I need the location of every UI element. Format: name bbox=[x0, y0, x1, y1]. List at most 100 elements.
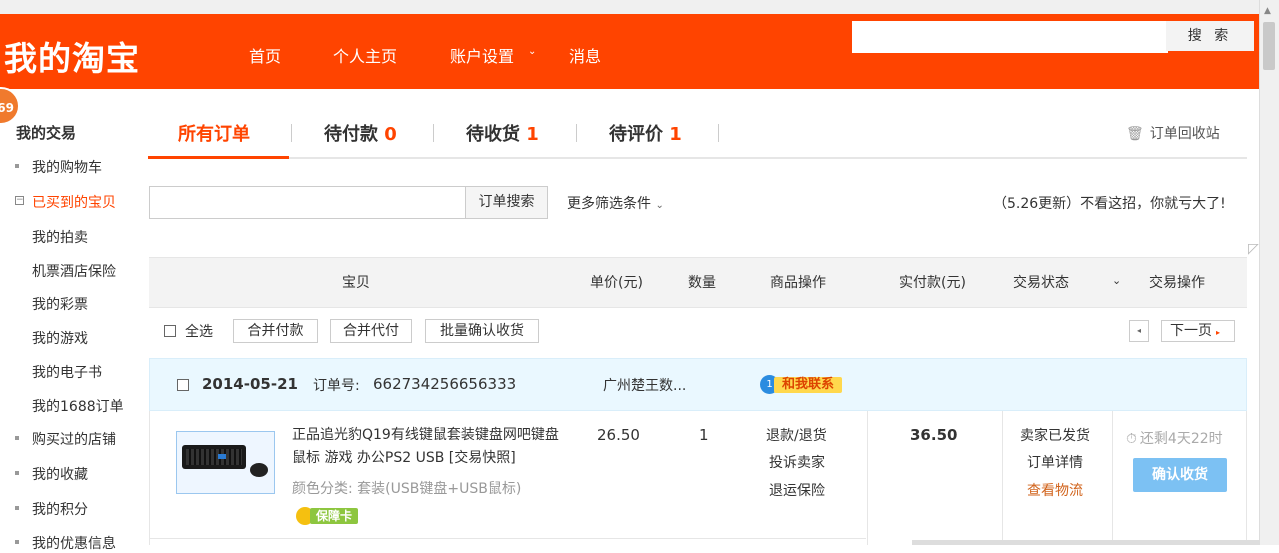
sidebar-item-shops[interactable]: 购买过的店铺 bbox=[32, 429, 116, 449]
recycle-bin-label: 订单回收站 bbox=[1149, 126, 1220, 142]
scroll-up-icon[interactable]: ▲ bbox=[1264, 6, 1271, 16]
sidebar-title: 我的交易 bbox=[16, 124, 77, 142]
order-date: 2014-05-21 bbox=[202, 375, 298, 393]
nav-account-settings[interactable]: 账户设置 bbox=[450, 43, 514, 67]
tab-divider bbox=[291, 124, 292, 142]
contact-label: 和我联系 bbox=[774, 377, 842, 393]
paid-amount: 36.50 bbox=[910, 426, 958, 444]
next-page-button[interactable]: 下一页 ▸ bbox=[1161, 320, 1235, 342]
trash-icon: 🗑 bbox=[1126, 126, 1144, 142]
scrollbar[interactable] bbox=[1259, 0, 1279, 545]
tab-pending-receipt[interactable]: 待收货 1 bbox=[466, 120, 539, 146]
tab-active-indicator bbox=[148, 156, 289, 159]
tab-divider bbox=[718, 124, 719, 142]
return-insurance-link[interactable]: 退运保险 bbox=[769, 480, 825, 500]
nav-profile[interactable]: 个人主页 bbox=[333, 43, 397, 67]
chevron-down-icon[interactable]: ⌄ bbox=[1112, 274, 1121, 287]
chevron-down-icon[interactable]: ⌄ bbox=[528, 46, 536, 57]
quantity: 1 bbox=[699, 426, 709, 444]
th-status: 交易状态 bbox=[1013, 275, 1069, 291]
order-number: 662734256656333 bbox=[373, 375, 517, 393]
mouse-image bbox=[250, 463, 268, 477]
order-search-input[interactable] bbox=[149, 186, 466, 219]
sidebar-item-lottery[interactable]: 我的彩票 bbox=[32, 294, 88, 314]
contact-seller-button[interactable]: 1 和我联系 bbox=[760, 375, 842, 394]
column-divider bbox=[1002, 411, 1003, 545]
recycle-bin-link[interactable]: 🗑 订单回收站 bbox=[1126, 123, 1220, 143]
th-item: 宝贝 bbox=[342, 275, 370, 291]
tab-pending-payment[interactable]: 待付款 0 bbox=[324, 120, 397, 146]
remaining-label: 还剩4天22时 bbox=[1139, 431, 1223, 447]
order-search-button[interactable]: 订单搜索 bbox=[465, 186, 548, 219]
tab-baseline bbox=[289, 157, 1247, 159]
sidebar-item-games[interactable]: 我的游戏 bbox=[32, 328, 88, 348]
tab-count: 1 bbox=[526, 124, 539, 145]
sidebar-item-coupons[interactable]: 我的优惠信息 bbox=[32, 533, 116, 553]
remaining-time: ⏱ 还剩4天22时 bbox=[1126, 428, 1223, 448]
bullet-icon bbox=[15, 164, 19, 168]
sidebar-item-points[interactable]: 我的积分 bbox=[32, 499, 88, 519]
tab-count: 0 bbox=[384, 124, 397, 145]
order-status: 卖家已发货 bbox=[1020, 428, 1090, 444]
guarantee-card-badge[interactable]: 保障卡 bbox=[296, 506, 360, 526]
search-input[interactable] bbox=[852, 21, 1168, 53]
sidebar-item-auction[interactable]: 我的拍卖 bbox=[32, 227, 88, 247]
keyboard-image bbox=[182, 445, 246, 469]
chevron-down-icon: ⌄ bbox=[655, 200, 664, 211]
select-all-checkbox[interactable] bbox=[164, 325, 176, 337]
confirm-receipt-button[interactable]: 确认收货 bbox=[1133, 458, 1227, 492]
refund-link[interactable]: 退款/退货 bbox=[766, 425, 827, 445]
th-unit-price: 单价(元) bbox=[590, 275, 643, 291]
tab-label: 待收货 bbox=[466, 124, 520, 145]
bullet-icon bbox=[15, 506, 19, 510]
batch-confirm-button[interactable]: 批量确认收货 bbox=[425, 319, 539, 343]
horizontal-scrollbar[interactable] bbox=[912, 540, 1259, 545]
sidebar-item-cart[interactable]: 我的购物车 bbox=[32, 157, 102, 177]
tab-label: 所有订单 bbox=[178, 124, 250, 145]
column-divider bbox=[867, 411, 868, 545]
order-no-label: 订单号: bbox=[313, 378, 360, 394]
clock-icon: ⏱ bbox=[1126, 431, 1137, 447]
tab-all-orders[interactable]: 所有订单 bbox=[178, 120, 250, 146]
more-filters-label: 更多筛选条件 bbox=[567, 196, 651, 212]
logo[interactable]: 我的淘宝 bbox=[4, 32, 140, 80]
th-quantity: 数量 bbox=[688, 275, 716, 291]
notification-badge[interactable]: 69 bbox=[0, 87, 20, 125]
tab-divider bbox=[576, 124, 577, 142]
nav-messages[interactable]: 消息 bbox=[569, 43, 601, 67]
prev-page-icon[interactable]: ◂ bbox=[1129, 320, 1149, 342]
column-divider bbox=[1112, 411, 1113, 545]
bullet-icon bbox=[15, 540, 19, 544]
more-filters-toggle[interactable]: 更多筛选条件 ⌄ bbox=[567, 193, 664, 213]
nav-home[interactable]: 首页 bbox=[249, 43, 281, 67]
product-variant: 颜色分类: 套装(USB键盘+USB鼠标) bbox=[292, 481, 522, 497]
order-detail-link[interactable]: 订单详情 bbox=[1027, 452, 1083, 472]
product-title[interactable]: 正品追光豹Q19有线键鼠套装键盘网吧键盘鼠标 游戏 办公PS2 USB [交易快… bbox=[292, 424, 567, 470]
tab-pending-review[interactable]: 待评价 1 bbox=[609, 120, 682, 146]
merge-proxy-button[interactable]: 合并代付 bbox=[330, 319, 412, 343]
sidebar-item-travel[interactable]: 机票酒店保险 bbox=[32, 261, 116, 281]
chevron-right-icon: ▸ bbox=[1216, 328, 1221, 337]
select-all-label[interactable]: 全选 bbox=[185, 321, 213, 341]
promo-link[interactable]: （5.26更新）不看这招，你就亏大了! bbox=[993, 193, 1226, 213]
search-button[interactable]: 搜 索 bbox=[1166, 21, 1254, 51]
product-thumbnail[interactable] bbox=[176, 431, 275, 494]
tab-label: 待评价 bbox=[609, 124, 663, 145]
sidebar-item-1688[interactable]: 我的1688订单 bbox=[32, 396, 124, 416]
complain-seller-link[interactable]: 投诉卖家 bbox=[769, 452, 825, 472]
track-shipment-link[interactable]: 查看物流 bbox=[1027, 480, 1083, 500]
browser-top-strip bbox=[0, 0, 1259, 14]
tab-label: 待付款 bbox=[324, 124, 378, 145]
divider bbox=[149, 538, 866, 539]
seller-name[interactable]: 广州楚王数... bbox=[603, 375, 686, 395]
merge-pay-button[interactable]: 合并付款 bbox=[233, 319, 318, 343]
sidebar-item-favorites[interactable]: 我的收藏 bbox=[32, 464, 88, 484]
scroll-thumb[interactable] bbox=[1263, 22, 1275, 70]
collapse-icon[interactable]: − bbox=[15, 196, 24, 205]
sidebar-item-ebooks[interactable]: 我的电子书 bbox=[32, 362, 102, 382]
order-checkbox[interactable] bbox=[177, 379, 189, 391]
th-item-ops: 商品操作 bbox=[770, 275, 826, 291]
tab-divider bbox=[433, 124, 434, 142]
sidebar-item-bought[interactable]: 已买到的宝贝 bbox=[32, 192, 116, 212]
bullet-icon bbox=[15, 471, 19, 475]
